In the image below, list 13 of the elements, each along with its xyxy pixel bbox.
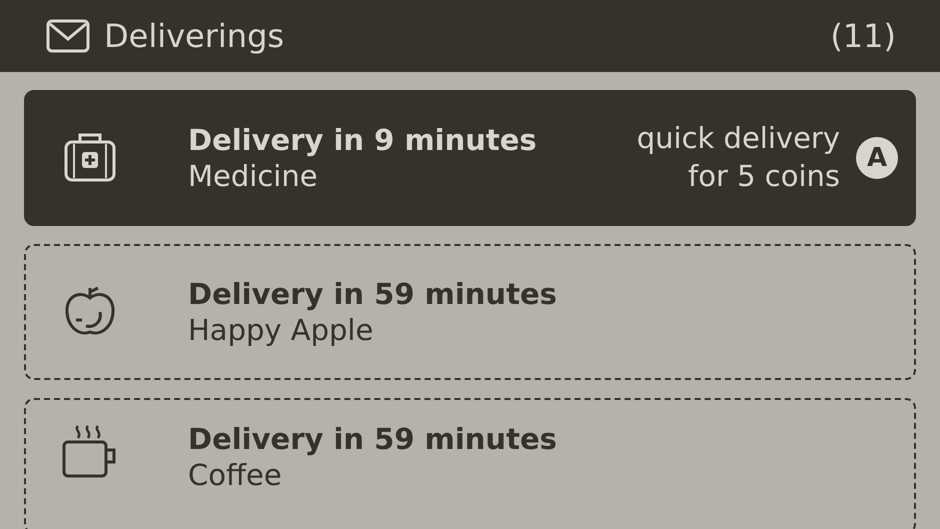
delivery-card[interactable]: Delivery in 59 minutes Happy Apple [24,244,916,380]
delivery-card[interactable]: Delivery in 59 minutes Coffee [24,398,916,529]
offer-text: quick delivery for 5 coins [636,120,840,195]
a-button-hint[interactable]: A [856,137,898,179]
item-name: Happy Apple [188,313,374,347]
delivery-time: Delivery in 9 minutes [188,123,538,157]
item-name: Coffee [188,458,283,492]
header-title: Deliverings [104,17,284,55]
mail-icon [46,19,90,53]
delivery-time: Delivery in 59 minutes [188,277,558,311]
delivery-time: Delivery in 59 minutes [188,422,558,456]
delivery-count: (11) [830,17,896,55]
item-name: Medicine [188,159,319,193]
